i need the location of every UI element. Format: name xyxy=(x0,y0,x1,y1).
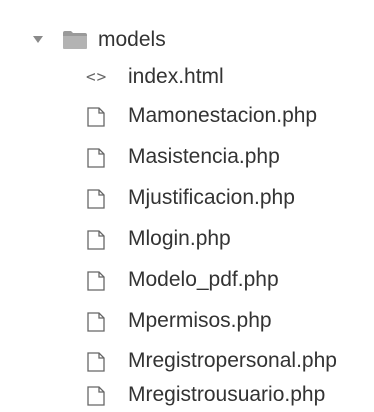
folder-label: models xyxy=(98,28,166,51)
file-item-mregistrousuario[interactable]: Mregistrousuario.php xyxy=(0,378,374,412)
folder-open-icon xyxy=(63,31,87,49)
file-icon xyxy=(87,352,105,372)
file-label: Mamonestacion.php xyxy=(128,104,318,127)
file-icon xyxy=(87,271,105,291)
file-label: Mjustificacion.php xyxy=(128,186,295,209)
file-label: Mregistrousuario.php xyxy=(128,383,326,406)
file-icon xyxy=(87,230,105,250)
file-label: Mpermisos.php xyxy=(128,309,272,332)
file-label: Mlogin.php xyxy=(128,227,231,250)
code-icon: <> xyxy=(86,67,108,86)
file-item-index-html[interactable]: <> index.html xyxy=(0,60,374,94)
file-item-mregistropersonal[interactable]: Mregistropersonal.php xyxy=(0,344,374,378)
file-label: Modelo_pdf.php xyxy=(128,268,279,291)
file-icon xyxy=(87,189,105,209)
file-item-mpermisos[interactable]: Mpermisos.php xyxy=(0,304,374,338)
file-icon xyxy=(87,386,105,406)
file-item-modelo-pdf[interactable]: Modelo_pdf.php xyxy=(0,263,374,297)
file-tree: models <> index.html Mamonestacion.php M… xyxy=(0,0,374,412)
file-icon xyxy=(87,107,105,127)
chevron-down-icon[interactable] xyxy=(33,36,43,43)
file-icon xyxy=(87,312,105,332)
file-item-masistencia[interactable]: Masistencia.php xyxy=(0,140,374,174)
folder-models[interactable]: models xyxy=(0,25,374,55)
file-item-mlogin[interactable]: Mlogin.php xyxy=(0,222,374,256)
file-label: Masistencia.php xyxy=(128,145,280,168)
file-item-mamonestacion[interactable]: Mamonestacion.php xyxy=(0,99,374,133)
file-label: index.html xyxy=(128,65,224,88)
file-icon xyxy=(87,148,105,168)
file-label: Mregistropersonal.php xyxy=(128,349,337,372)
file-item-mjustificacion[interactable]: Mjustificacion.php xyxy=(0,181,374,215)
